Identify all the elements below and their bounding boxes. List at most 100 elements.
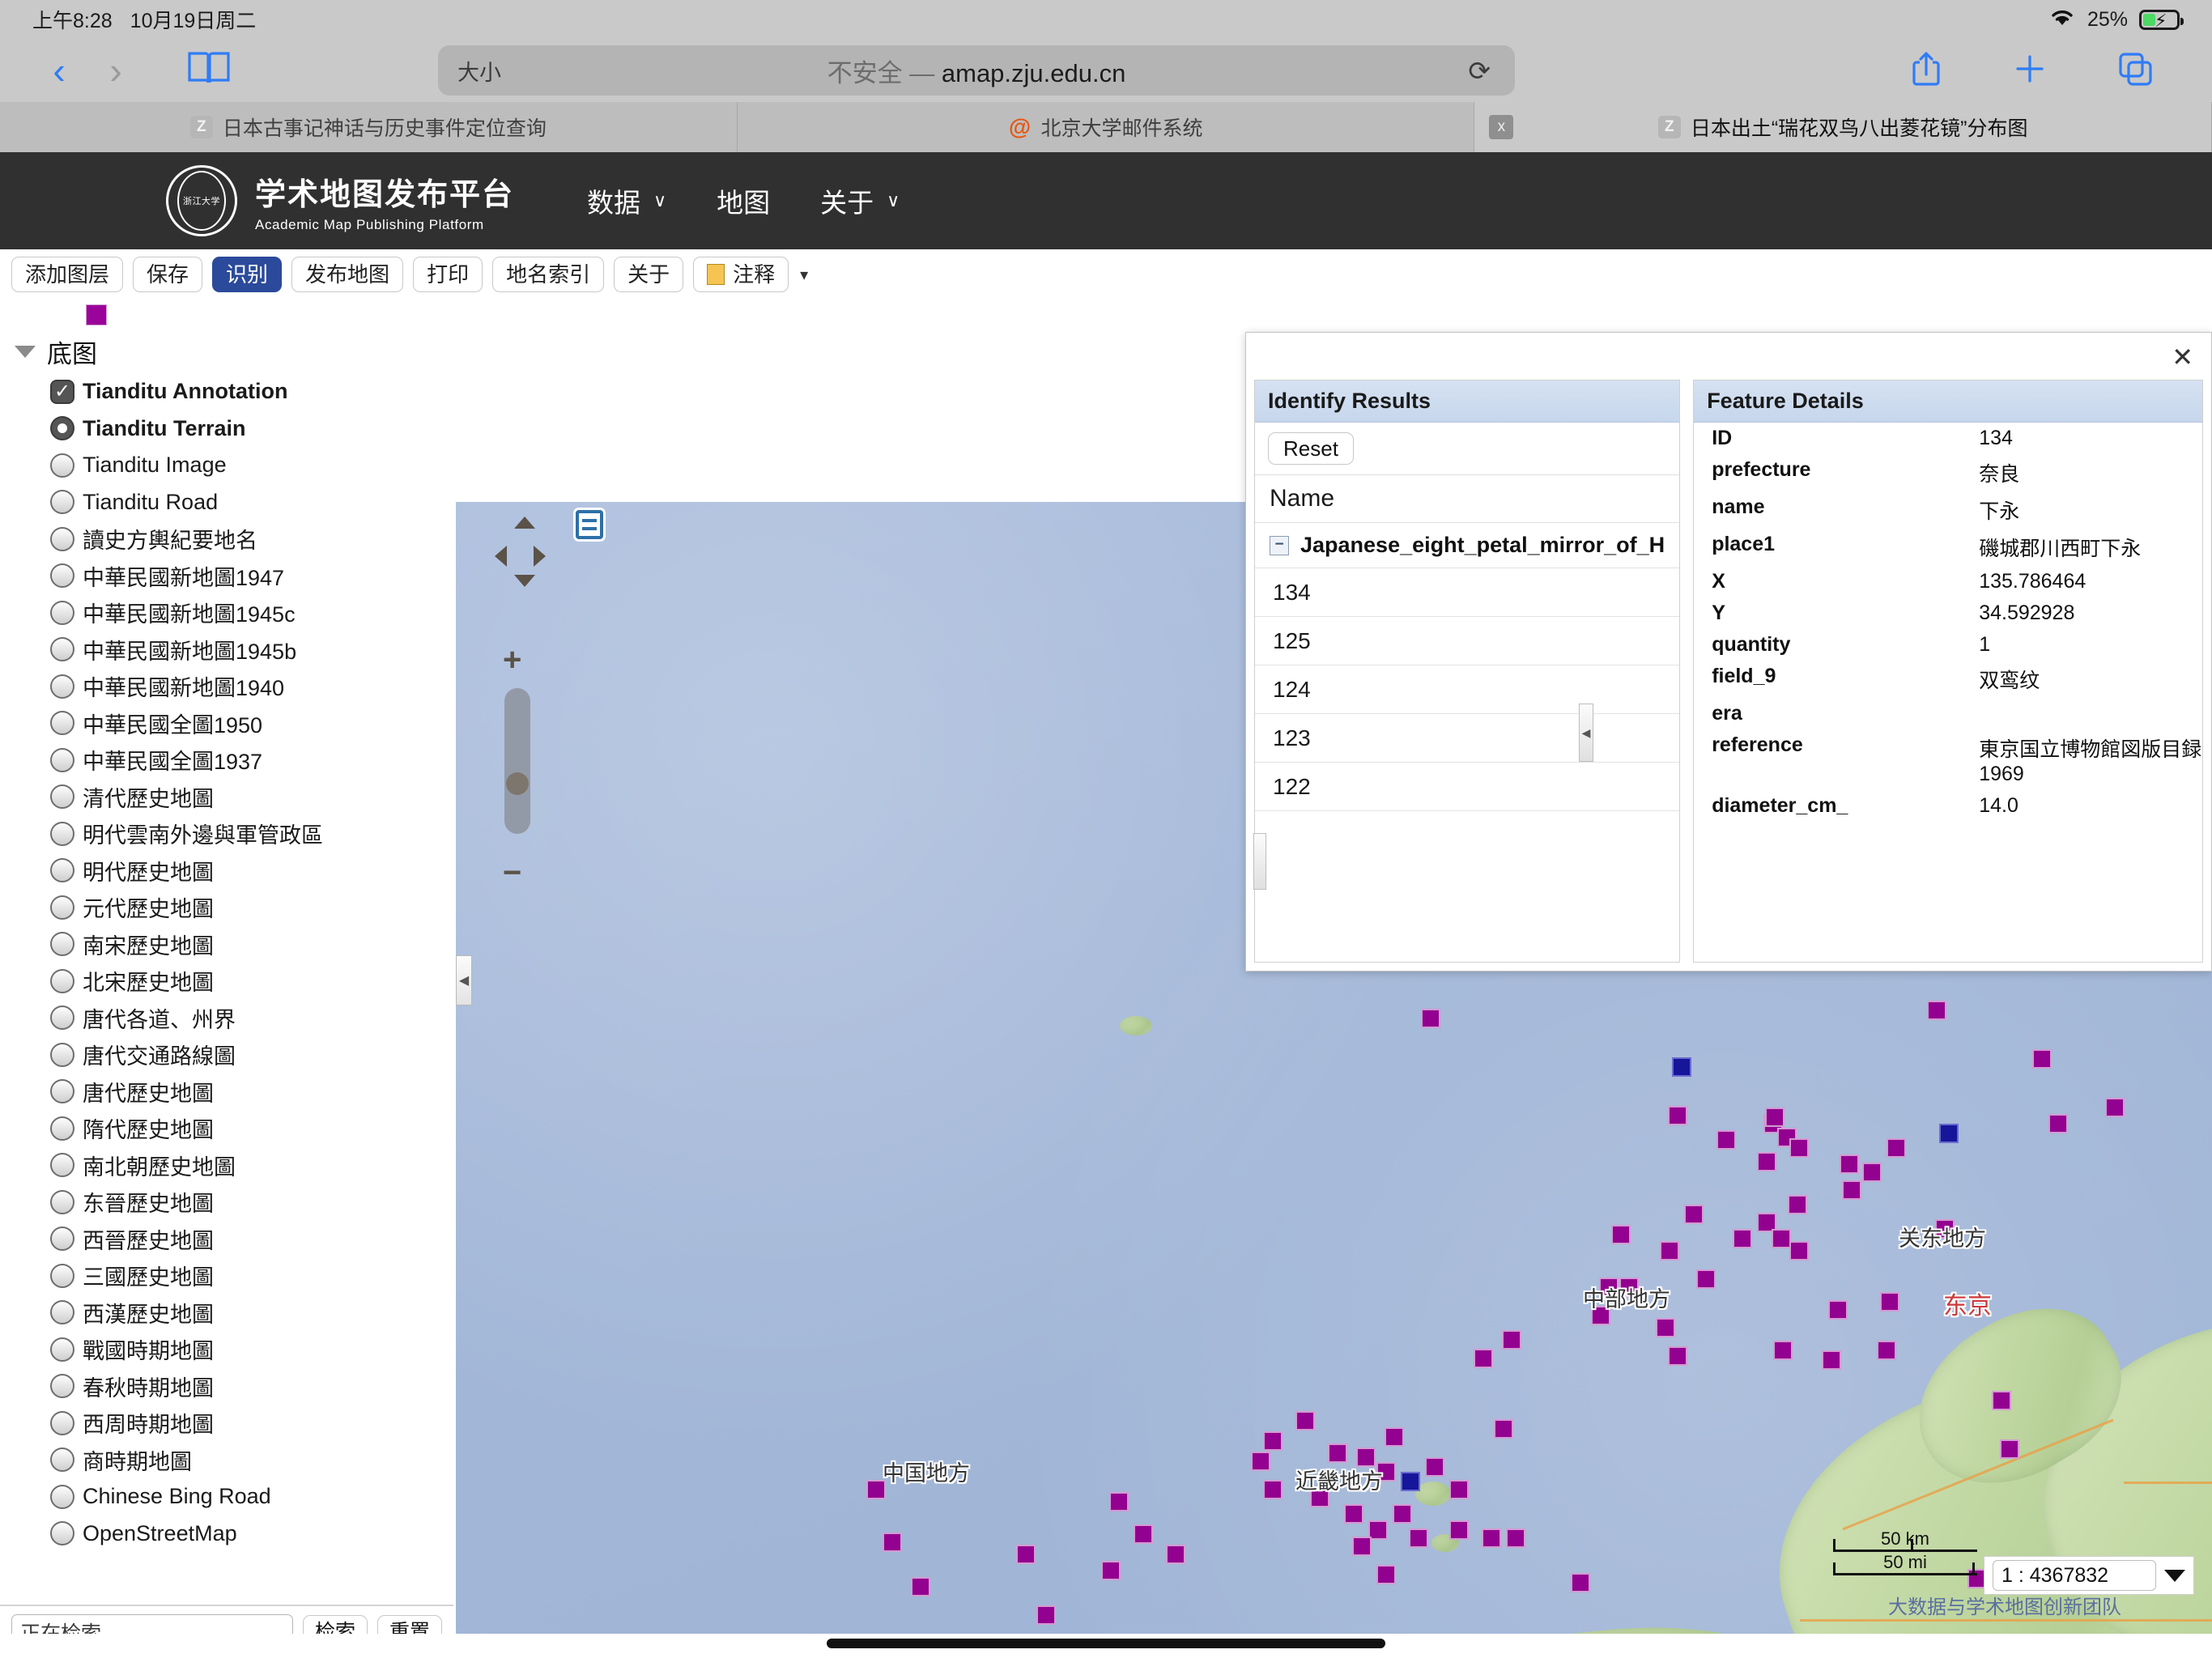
nav-item-data[interactable]: 数据 ∨ xyxy=(587,181,666,220)
layer-row[interactable]: 北宋歷史地圖 xyxy=(50,963,453,1000)
layer-row[interactable]: 春秋時期地圖 xyxy=(50,1368,453,1405)
site-marker[interactable] xyxy=(1877,1341,1896,1360)
site-marker[interactable] xyxy=(1927,1001,1946,1020)
site-marker[interactable] xyxy=(1449,1520,1469,1540)
layer-radio[interactable] xyxy=(50,416,74,440)
layer-radio[interactable] xyxy=(50,1300,74,1324)
pan-left-icon[interactable] xyxy=(495,546,507,567)
site-marker[interactable] xyxy=(1668,1106,1687,1125)
site-marker[interactable] xyxy=(1668,1346,1687,1366)
save-button[interactable]: 保存 xyxy=(133,257,202,292)
layer-row[interactable]: 唐代歷史地圖 xyxy=(50,1073,453,1111)
site-marker[interactable] xyxy=(1862,1163,1882,1182)
site-marker[interactable] xyxy=(2048,1114,2068,1133)
site-marker[interactable] xyxy=(1772,1229,1791,1248)
site-marker[interactable] xyxy=(1506,1528,1525,1548)
scale-selector[interactable]: 1 : 4367832 xyxy=(1984,1556,2194,1595)
layer-radio[interactable] xyxy=(50,1264,74,1288)
site-marker[interactable] xyxy=(1656,1318,1675,1337)
site-marker[interactable] xyxy=(911,1577,930,1596)
site-marker[interactable] xyxy=(1482,1528,1501,1548)
pan-up-icon[interactable] xyxy=(514,517,535,529)
site-marker[interactable] xyxy=(1263,1431,1283,1451)
nav-item-about[interactable]: 关于 ∨ xyxy=(820,181,900,220)
browser-tab-2[interactable]: @ 北京大学邮件系统 xyxy=(738,102,1475,152)
site-marker[interactable] xyxy=(1789,1138,1809,1158)
layer-row[interactable]: 隋代歷史地圖 xyxy=(50,1110,453,1147)
site-marker[interactable] xyxy=(1660,1241,1679,1261)
layer-row[interactable]: 戰國時期地圖 xyxy=(50,1331,453,1368)
address-bar[interactable]: 大小 不安全 — amap.zju.edu.cn ⟳ xyxy=(438,45,1515,96)
site-marker[interactable] xyxy=(1166,1545,1185,1564)
layer-row[interactable]: 唐代各道、州界 xyxy=(50,1000,453,1037)
layer-row[interactable]: 中華民國全圖1950 xyxy=(50,705,453,742)
collapse-expander-icon[interactable]: − xyxy=(1270,536,1289,555)
site-marker[interactable] xyxy=(1611,1225,1631,1244)
results-scroll-handle[interactable]: ◀ xyxy=(1579,704,1593,762)
site-marker[interactable] xyxy=(1016,1545,1036,1564)
site-marker[interactable] xyxy=(1425,1457,1444,1477)
layer-radio[interactable] xyxy=(50,858,74,882)
layer-checkbox[interactable]: ✓ xyxy=(50,380,74,404)
layer-row[interactable]: 清代歷史地圖 xyxy=(50,779,453,816)
layer-radio[interactable] xyxy=(50,1485,74,1509)
layer-radio[interactable] xyxy=(50,711,74,735)
layer-row[interactable]: 中華民國全圖1937 xyxy=(50,742,453,779)
plus-icon[interactable] xyxy=(2014,53,2046,89)
site-marker[interactable] xyxy=(1101,1561,1121,1580)
site-marker[interactable] xyxy=(1109,1492,1129,1511)
site-marker[interactable] xyxy=(1352,1537,1372,1556)
site-marker[interactable] xyxy=(1842,1180,1861,1200)
layer-row[interactable]: 明代雲南外邊與軍管政區 xyxy=(50,815,453,852)
site-marker[interactable] xyxy=(1571,1573,1590,1592)
layer-row[interactable]: OpenStreetMap xyxy=(50,1516,453,1553)
share-icon[interactable] xyxy=(1910,50,1942,91)
site-marker[interactable] xyxy=(1376,1565,1396,1584)
layer-radio[interactable] xyxy=(50,674,74,699)
site-marker[interactable] xyxy=(1992,1391,2011,1410)
site-marker[interactable] xyxy=(1409,1528,1428,1548)
layer-row[interactable]: 南宋歷史地圖 xyxy=(50,926,453,963)
layer-radio[interactable] xyxy=(50,1153,74,1177)
pan-right-icon[interactable] xyxy=(534,546,546,567)
site-marker[interactable] xyxy=(1449,1480,1469,1499)
layer-radio[interactable] xyxy=(50,932,74,956)
layer-radio[interactable] xyxy=(50,1043,74,1067)
site-marker[interactable] xyxy=(1393,1504,1412,1524)
layer-row[interactable]: 三國歷史地圖 xyxy=(50,1257,453,1295)
layer-radio[interactable] xyxy=(50,490,74,514)
site-marker[interactable] xyxy=(1494,1419,1513,1439)
site-marker[interactable] xyxy=(1788,1195,1807,1214)
layer-radio[interactable] xyxy=(50,784,74,809)
layer-row[interactable]: 元代歷史地圖 xyxy=(50,889,453,926)
site-marker[interactable] xyxy=(1036,1605,1056,1625)
layer-row[interactable]: 西周時期地圖 xyxy=(50,1405,453,1442)
about-button[interactable]: 关于 xyxy=(614,257,683,292)
site-marker[interactable] xyxy=(1765,1107,1784,1127)
site-marker[interactable] xyxy=(1822,1350,1841,1370)
chevron-down-icon[interactable] xyxy=(2164,1570,2185,1582)
add-layer-button[interactable]: 添加图层 xyxy=(11,257,123,292)
layer-row[interactable]: 中華民國新地圖1945b xyxy=(50,631,453,669)
details-scroll-handle[interactable] xyxy=(1253,833,1266,890)
print-button[interactable]: 打印 xyxy=(413,257,483,292)
zoom-slider-thumb[interactable] xyxy=(506,772,529,795)
layer-row[interactable]: 南北朝歷史地圖 xyxy=(50,1147,453,1184)
layer-row[interactable]: 讀史方輿紀要地名 xyxy=(50,521,453,558)
site-marker[interactable] xyxy=(2000,1439,2019,1459)
layer-radio[interactable] xyxy=(50,453,74,478)
layer-row[interactable]: 东晉歷史地圖 xyxy=(50,1184,453,1221)
layers-icon[interactable] xyxy=(576,510,603,539)
gazetteer-button[interactable]: 地名索引 xyxy=(492,257,604,292)
reload-icon[interactable]: ⟳ xyxy=(1468,55,1491,87)
site-marker[interactable] xyxy=(1684,1205,1704,1224)
site-marker[interactable] xyxy=(1263,1480,1283,1499)
layer-row[interactable]: 西漢歷史地圖 xyxy=(50,1295,453,1332)
site-marker[interactable] xyxy=(1696,1269,1716,1289)
result-layer-node[interactable]: − Japanese_eight_petal_mirror_of_H xyxy=(1255,523,1679,568)
layer-radio[interactable] xyxy=(50,1521,74,1545)
site-marker[interactable] xyxy=(1385,1427,1404,1447)
site-marker[interactable] xyxy=(1887,1138,1906,1158)
layer-row[interactable]: 明代歷史地圖 xyxy=(50,852,453,890)
layer-row[interactable]: 中華民國新地圖1940 xyxy=(50,668,453,705)
